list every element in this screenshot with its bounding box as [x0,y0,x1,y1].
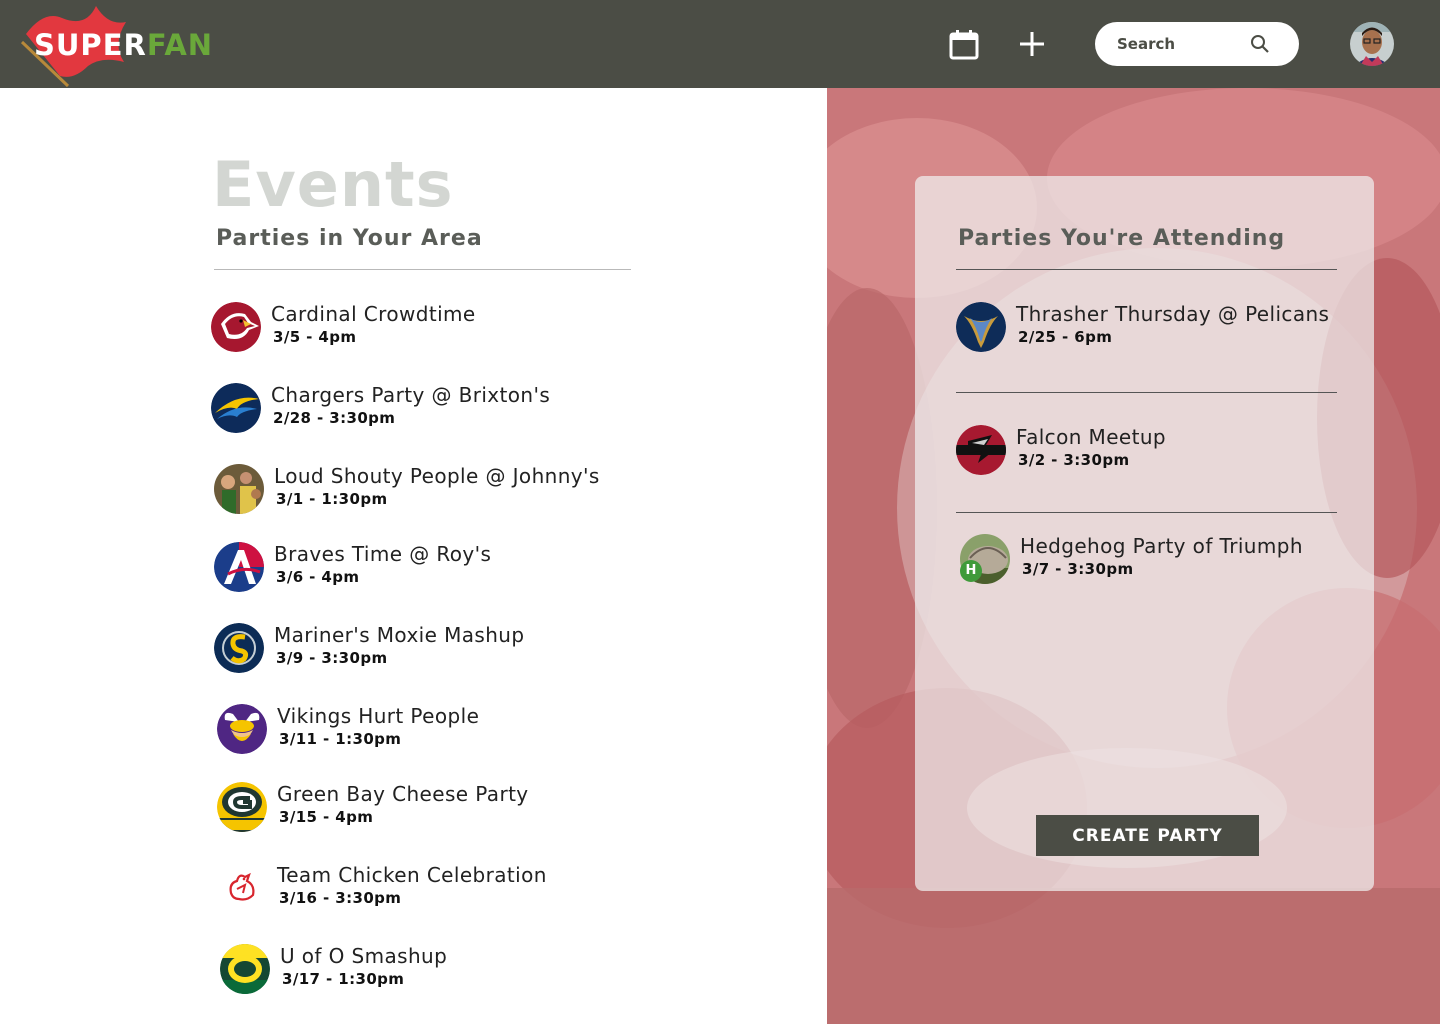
user-avatar[interactable] [1350,22,1394,66]
divider [956,392,1337,393]
page-title: Events [212,148,454,221]
event-date: 3/7 - 3:30pm [1022,560,1134,578]
crowd-photo-icon [214,464,264,514]
oregon-logo-icon [220,944,270,994]
divider [956,512,1337,513]
plus-icon [1020,32,1044,56]
event-date: 3/2 - 3:30pm [1018,451,1130,469]
event-item[interactable]: Vikings Hurt People 3/11 - 1:30pm [217,704,837,760]
event-item[interactable]: Team Chicken Celebration 3/16 - 3:30pm [217,863,837,919]
attending-parties-heading: Parties You're Attending [958,226,1286,251]
attending-event-item[interactable]: Falcon Meetup 3/2 - 3:30pm [956,425,1356,481]
event-date: 3/17 - 1:30pm [282,970,405,988]
braves-logo-icon [214,542,264,592]
add-event-button[interactable] [1016,28,1048,60]
event-name: Green Bay Cheese Party [277,782,529,806]
logo-word-fan: FAN [146,28,214,62]
chargers-logo-icon [211,383,261,433]
event-date: 3/1 - 1:30pm [276,490,388,508]
event-date: 3/16 - 3:30pm [279,889,402,907]
logo-word-super: SUPER [34,28,147,62]
event-name: U of O Smashup [280,944,448,968]
event-name: Cardinal Crowdtime [271,302,476,326]
event-item[interactable]: Cardinal Crowdtime 3/5 - 4pm [211,302,831,358]
calendar-icon [949,30,979,60]
divider [214,269,631,270]
event-date: 3/15 - 4pm [279,808,374,826]
event-name: Falcon Meetup [1016,425,1167,449]
event-date: 2/28 - 3:30pm [273,409,396,427]
event-name: Chargers Party @ Brixton's [271,383,551,407]
thrashers-logo-icon [956,302,1006,352]
event-date: 3/11 - 1:30pm [279,730,402,748]
search-icon[interactable] [1250,34,1270,54]
event-name: Hedgehog Party of Triumph [1020,534,1303,558]
group-badge: H [960,560,982,582]
event-date: 2/25 - 6pm [1018,328,1113,346]
cardinals-logo-icon [211,302,261,352]
event-item[interactable]: Mariner's Moxie Mashup 3/9 - 3:30pm [214,623,834,679]
search-box [1095,22,1299,66]
search-input[interactable] [1117,32,1257,56]
mariners-logo-icon [214,623,264,673]
packers-logo-icon [217,782,267,832]
event-item[interactable]: Green Bay Cheese Party 3/15 - 4pm [217,782,837,838]
nearby-parties-heading: Parties in Your Area [216,226,483,251]
logo-wordmark: SUPERFAN [34,28,213,62]
event-date: 3/5 - 4pm [273,328,357,346]
attending-event-item[interactable]: Thrasher Thursday @ Pelicans 2/25 - 6pm [956,302,1356,358]
event-name: Braves Time @ Roy's [274,542,492,566]
event-item[interactable]: U of O Smashup 3/17 - 1:30pm [220,944,840,1000]
top-navigation-bar: SUPERFAN [0,0,1440,88]
chicken-logo-icon [217,863,267,913]
event-item[interactable]: Chargers Party @ Brixton's 2/28 - 3:30pm [211,383,831,439]
event-date: 3/6 - 4pm [276,568,360,586]
create-party-button[interactable]: CREATE PARTY [1036,815,1259,856]
event-name: Thrasher Thursday @ Pelicans [1016,302,1330,326]
user-photo-icon [1350,22,1394,66]
divider [956,269,1337,270]
event-name: Loud Shouty People @ Johnny's [274,464,600,488]
event-name: Vikings Hurt People [277,704,480,728]
event-item[interactable]: Loud Shouty People @ Johnny's 3/1 - 1:30… [214,464,834,520]
attending-event-item[interactable]: H Hedgehog Party of Triumph 3/7 - 3:30pm [960,534,1360,590]
calendar-button[interactable] [948,28,980,60]
falcons-logo-icon [956,425,1006,475]
vikings-logo-icon [217,704,267,754]
superfan-logo[interactable]: SUPERFAN [16,4,246,88]
event-name: Mariner's Moxie Mashup [274,623,525,647]
event-date: 3/9 - 3:30pm [276,649,388,667]
event-item[interactable]: Braves Time @ Roy's 3/6 - 4pm [214,542,834,598]
event-name: Team Chicken Celebration [277,863,547,887]
